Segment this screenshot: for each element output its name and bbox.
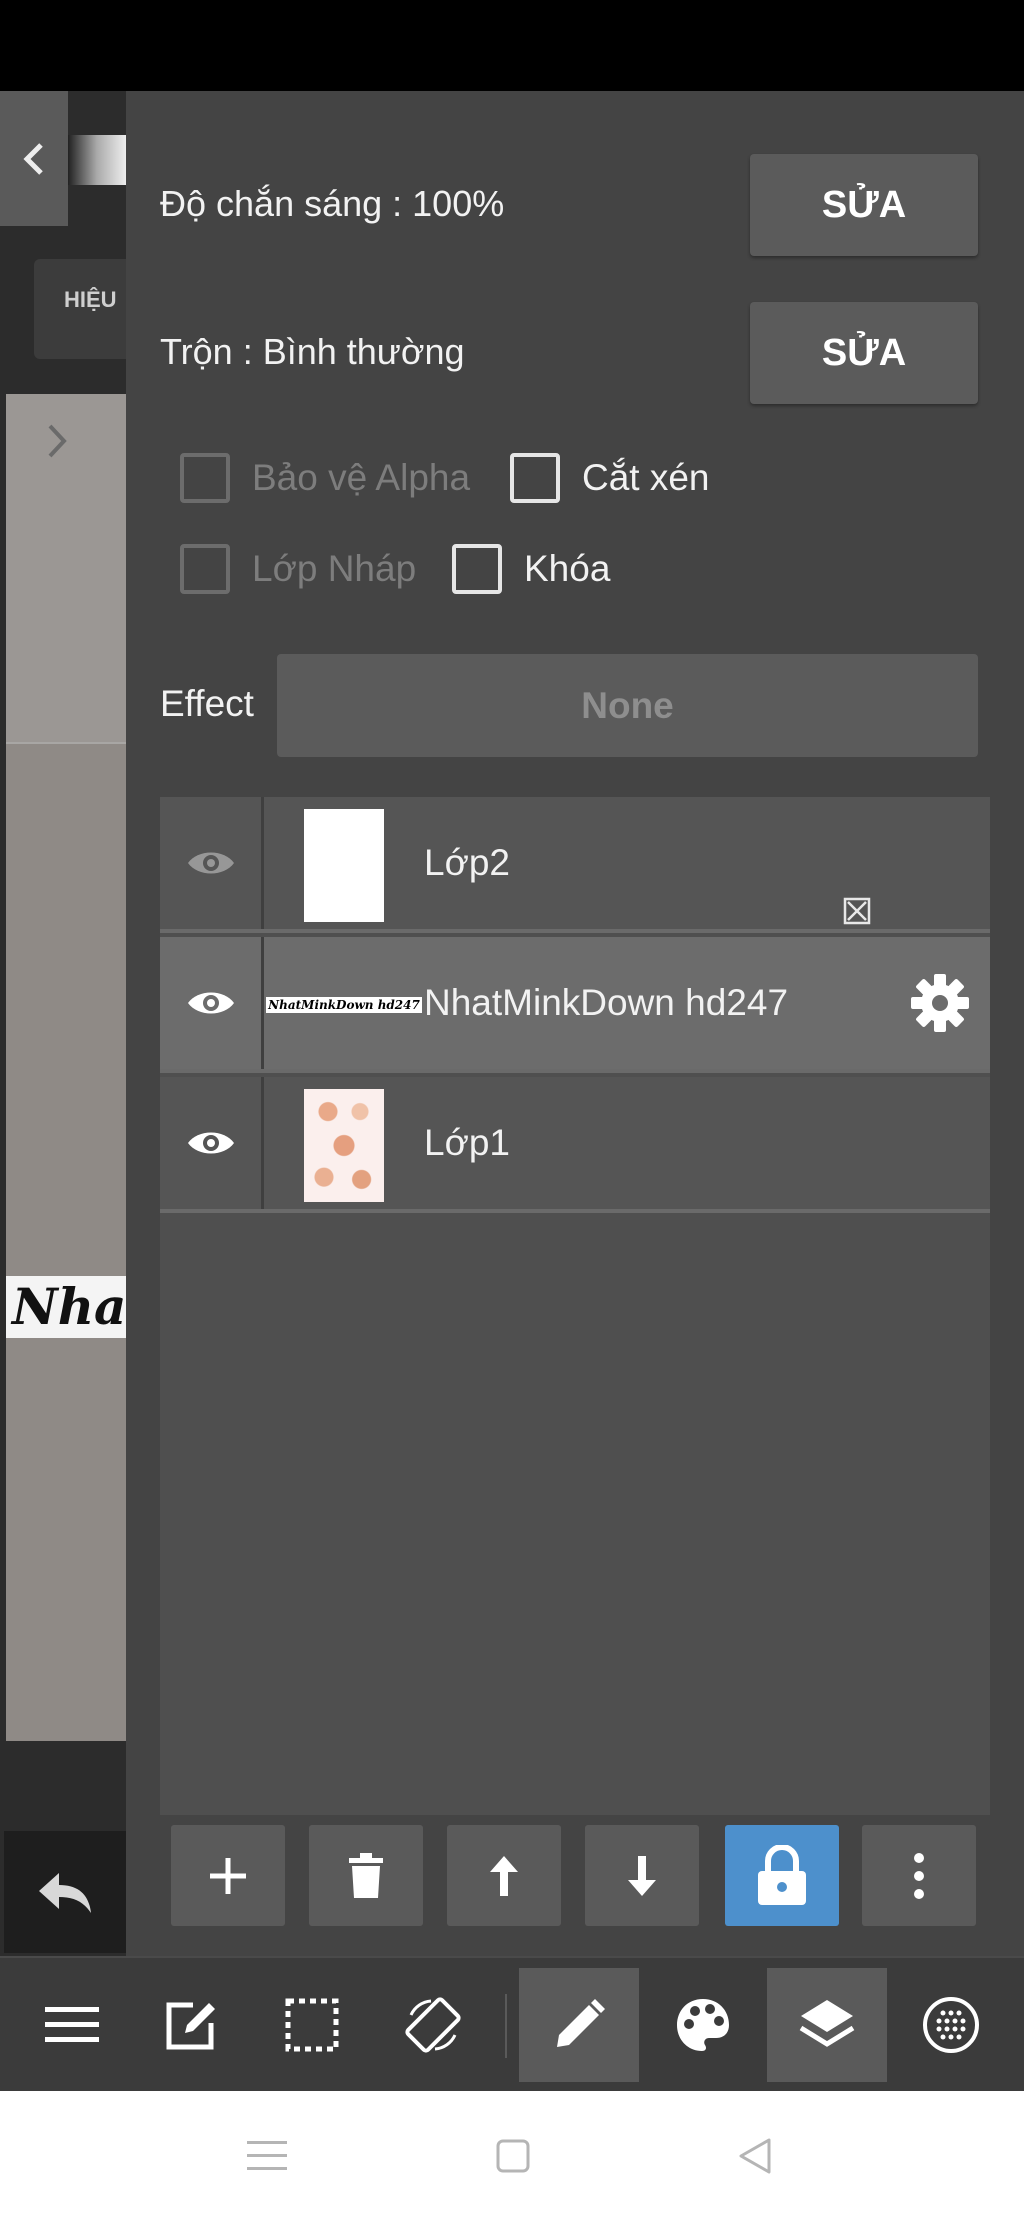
- clipping-mark-icon: [843, 897, 871, 925]
- more-vertical-icon: [914, 1852, 924, 1899]
- canvas-thumbnail: [68, 135, 126, 185]
- canvas-background: HIỆU NhatMinkDown hd247: [0, 91, 126, 1956]
- protect-alpha-checkbox[interactable]: Bảo vệ Alpha: [180, 453, 470, 503]
- checkbox-box: [452, 544, 502, 594]
- palette-icon: [677, 1999, 729, 2051]
- rotate-canvas-button[interactable]: [373, 1968, 493, 2082]
- chevron-right-icon[interactable]: [42, 420, 72, 462]
- eye-icon: [187, 852, 234, 874]
- layer-name: NhatMinkDown hd247: [424, 982, 789, 1023]
- edit-square-icon: [166, 2002, 215, 2050]
- checkbox-box: [180, 453, 230, 503]
- system-nav-bar: [0, 2091, 1024, 2219]
- back-nav-button[interactable]: [720, 2121, 790, 2191]
- draft-layer-checkbox[interactable]: Lớp Nháp: [180, 544, 416, 594]
- material-button[interactable]: [891, 1968, 1011, 2082]
- color-palette-button[interactable]: [643, 1968, 763, 2082]
- eye-icon: [187, 1132, 234, 1154]
- layer-thumbnail: [304, 809, 384, 922]
- plus-icon: [210, 1857, 246, 1894]
- layer-list: Lớp2 NhatMinkDown hd247 NhatMinkDown hd2…: [160, 797, 990, 1886]
- gear-icon[interactable]: [910, 973, 970, 1033]
- protect-alpha-label: Bảo vệ Alpha: [252, 457, 471, 498]
- layer-row-selected[interactable]: NhatMinkDown hd247 NhatMinkDown hd247: [160, 937, 990, 1073]
- blend-mode-edit-button[interactable]: SỬA: [750, 302, 978, 404]
- recent-apps-button[interactable]: [232, 2121, 302, 2191]
- checkbox-box: [180, 544, 230, 594]
- eye-icon: [187, 992, 234, 1014]
- trash-icon: [349, 1852, 383, 1898]
- chevron-left-icon: [23, 142, 43, 175]
- selection-icon: [285, 1998, 339, 2052]
- home-icon: [496, 2139, 530, 2173]
- visibility-toggle[interactable]: [160, 797, 264, 929]
- lock-checkbox[interactable]: Khóa: [452, 544, 610, 594]
- more-options-button[interactable]: [862, 1825, 976, 1926]
- menu-icon: [45, 2007, 99, 2042]
- dot-grid-circle-icon: [923, 1997, 979, 2053]
- toolbar-divider: [505, 1994, 507, 2058]
- back-button[interactable]: [0, 91, 68, 226]
- visibility-toggle[interactable]: [160, 1077, 264, 1209]
- layer-thumbnail: NhatMinkDown hd247: [266, 993, 422, 1017]
- pencil-icon: [557, 1999, 605, 2047]
- draft-layer-label: Lớp Nháp: [252, 548, 417, 589]
- move-layer-down-button[interactable]: [585, 1825, 699, 1926]
- opacity-edit-button[interactable]: SỬA: [750, 154, 978, 256]
- back-triangle-icon: [739, 2138, 771, 2174]
- visibility-toggle[interactable]: [160, 937, 264, 1069]
- move-layer-up-button[interactable]: [447, 1825, 561, 1926]
- undo-icon: [39, 1873, 91, 1913]
- undo-button[interactable]: [4, 1831, 126, 1953]
- status-bar: [0, 0, 1024, 91]
- layer-row[interactable]: Lớp1: [160, 1077, 990, 1213]
- effect-label: Effect: [160, 683, 254, 724]
- layer-name: Lớp2: [424, 842, 510, 883]
- arrow-up-icon: [490, 1855, 518, 1896]
- lock-icon: [758, 1844, 806, 1905]
- layer-thumbnail-text: NhatMinkDown hd247: [266, 997, 422, 1013]
- layers-button[interactable]: [767, 1968, 887, 2082]
- brush-tool-button[interactable]: [519, 1968, 639, 2082]
- layer-row[interactable]: Lớp2: [160, 797, 990, 933]
- add-layer-button[interactable]: [171, 1825, 285, 1926]
- lock-layer-button[interactable]: [725, 1825, 839, 1926]
- canvas: NhatMinkDown hd247: [6, 394, 126, 1741]
- opacity-label: Độ chắn sáng : 100%: [160, 183, 505, 224]
- blend-mode-label: Trộn : Bình thường: [160, 331, 465, 372]
- lock-label: Khóa: [524, 548, 611, 589]
- arrow-down-icon: [628, 1855, 656, 1896]
- edit-button[interactable]: [131, 1968, 251, 2082]
- effect-select-button[interactable]: None: [277, 654, 978, 757]
- bottom-toolbar: [0, 1956, 1024, 2091]
- selection-button[interactable]: [252, 1968, 372, 2082]
- layer-panel: Độ chắn sáng : 100% SỬA Trộn : Bình thườ…: [126, 91, 1024, 1956]
- clipping-label: Cắt xén: [582, 457, 710, 498]
- home-button[interactable]: [478, 2121, 548, 2191]
- rotate-icon: [405, 1997, 461, 2053]
- effects-tab[interactable]: HIỆU: [34, 259, 126, 359]
- checkbox-box: [510, 453, 560, 503]
- canvas-text: NhatMinkDown hd247: [6, 1276, 126, 1338]
- clipping-checkbox[interactable]: Cắt xén: [510, 453, 710, 503]
- delete-layer-button[interactable]: [309, 1825, 423, 1926]
- menu-button[interactable]: [12, 1968, 132, 2082]
- recents-icon: [247, 2141, 287, 2170]
- layers-icon: [799, 2000, 855, 2047]
- layer-name: Lớp1: [424, 1122, 510, 1163]
- layer-thumbnail: [304, 1089, 384, 1202]
